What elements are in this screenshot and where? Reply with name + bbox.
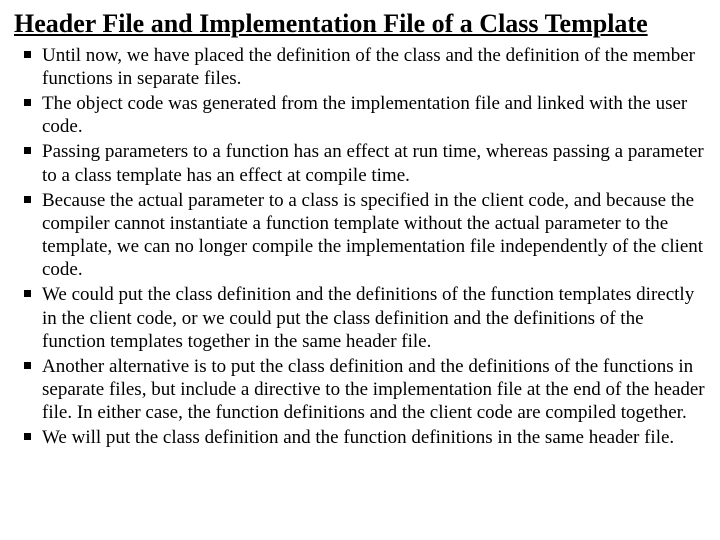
- list-item: We will put the class definition and the…: [42, 426, 706, 449]
- bullet-list: Until now, we have placed the definition…: [14, 44, 706, 450]
- slide-title: Header File and Implementation File of a…: [14, 8, 706, 40]
- list-item: Because the actual parameter to a class …: [42, 189, 706, 282]
- list-item: The object code was generated from the i…: [42, 92, 706, 138]
- list-item: Passing parameters to a function has an …: [42, 140, 706, 186]
- list-item: Another alternative is to put the class …: [42, 355, 706, 425]
- list-item: We could put the class definition and th…: [42, 283, 706, 353]
- list-item: Until now, we have placed the definition…: [42, 44, 706, 90]
